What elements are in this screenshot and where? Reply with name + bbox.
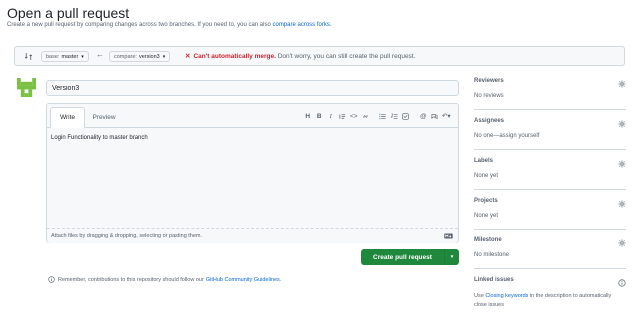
link-icon[interactable]: [360, 110, 372, 122]
pr-body-textarea[interactable]: Login Functionality to master branch: [47, 128, 458, 229]
compare-range-bar: base: master ▾ ← compare: version3 ▾ ✕ Ca…: [14, 46, 625, 66]
caret-down-icon: ▾: [162, 53, 166, 60]
git-compare-icon: [24, 53, 33, 60]
x-icon: ✕: [185, 53, 191, 60]
sidebar-reviewers[interactable]: Reviewers No reviews: [474, 78, 626, 110]
avatar-identicon: [17, 78, 36, 97]
tab-preview[interactable]: Preview: [89, 107, 119, 128]
sidebar-linked-issues: Linked issues Use Closing keywords in th…: [474, 277, 626, 308]
sidebar-projects[interactable]: Projects None yet: [474, 198, 626, 230]
community-guidelines-link[interactable]: GitHub Community Guidelines: [206, 277, 280, 283]
create-pull-request-button[interactable]: Create pull request ▾: [361, 249, 459, 265]
attach-files-hint[interactable]: Attach files by dragging & dropping, sel…: [47, 229, 458, 243]
gear-icon[interactable]: [618, 80, 626, 88]
unordered-list-icon[interactable]: [377, 110, 389, 122]
markdown-toolbar: H B I <> @ ↶▾: [302, 109, 452, 123]
gear-icon[interactable]: [618, 120, 626, 128]
mention-icon[interactable]: @: [418, 110, 430, 122]
quote-icon[interactable]: [337, 110, 349, 122]
sidebar-labels[interactable]: Labels None yet: [474, 158, 626, 190]
button-divider: [444, 249, 445, 265]
heading-icon[interactable]: H: [302, 110, 314, 122]
linked-issues-description: Use Closing keywords in the description …: [474, 293, 612, 308]
ordered-list-icon[interactable]: [389, 110, 401, 122]
compare-across-forks-link[interactable]: compare across forks: [273, 22, 330, 28]
page-title: Open a pull request: [7, 5, 130, 21]
caret-down-icon[interactable]: ▾: [445, 254, 459, 260]
gear-icon[interactable]: [618, 200, 626, 208]
base-branch-selector[interactable]: base: master ▾: [41, 51, 89, 62]
compare-branch-selector[interactable]: compare: version3 ▾: [109, 51, 171, 62]
divider: [474, 268, 626, 269]
cross-reference-icon[interactable]: [429, 110, 441, 122]
page-subtitle: Create a new pull request by comparing c…: [7, 22, 332, 28]
code-icon[interactable]: <>: [348, 110, 360, 122]
gear-icon[interactable]: [618, 239, 626, 247]
contribution-note: Remember, contributions to this reposito…: [48, 276, 281, 283]
bold-icon[interactable]: B: [314, 110, 326, 122]
divider: [474, 109, 626, 110]
closing-keywords-link[interactable]: Closing keywords: [485, 293, 528, 299]
divider: [474, 189, 626, 190]
info-icon: [48, 276, 55, 283]
pr-title-input[interactable]: [46, 80, 459, 96]
pr-body-editor: Write Preview H B I <> @ ↶▾ Login Functi…: [46, 103, 459, 243]
reply-icon[interactable]: ↶▾: [441, 110, 453, 122]
sidebar-milestone[interactable]: Milestone No milestone: [474, 237, 626, 269]
divider: [474, 229, 626, 230]
arrow-left-icon: ←: [96, 50, 104, 59]
markdown-icon: [444, 233, 453, 239]
gear-icon[interactable]: [618, 160, 626, 168]
italic-icon[interactable]: I: [325, 110, 337, 122]
info-icon[interactable]: [618, 279, 626, 287]
caret-down-icon: ▾: [81, 53, 84, 60]
task-list-icon[interactable]: [400, 110, 412, 122]
divider: [474, 149, 626, 150]
merge-status: ✕ Can't automatically merge. Don't worry,…: [185, 53, 416, 60]
sidebar-assignees[interactable]: Assignees No one—assign yourself: [474, 118, 626, 150]
tab-write[interactable]: Write: [50, 107, 85, 128]
editor-header: Write Preview H B I <> @ ↶▾: [47, 104, 458, 128]
